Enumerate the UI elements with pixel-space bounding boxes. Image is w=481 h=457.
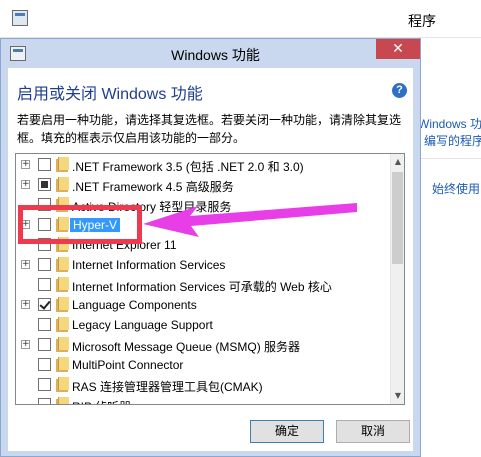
feature-label[interactable]: .NET Framework 4.5 高级服务 [72, 178, 234, 195]
feature-row[interactable]: + Internet Information Services [16, 255, 389, 275]
windows-features-dialog: Windows 功能 ✕ 启用或关闭 Windows 功能 ? 若要启用一种功能… [0, 38, 421, 457]
control-panel-icon [12, 10, 28, 26]
expand-plus-icon[interactable]: + [21, 340, 30, 349]
folder-icon [56, 397, 69, 404]
ok-button[interactable]: 确定 [250, 420, 324, 443]
folder-icon [56, 157, 69, 172]
cancel-button[interactable]: 取消 [336, 420, 410, 443]
folder-icon [56, 377, 69, 392]
folder-icon [56, 277, 69, 292]
default-programs-link[interactable]: 始终使用 [432, 180, 480, 197]
folder-icon [56, 357, 69, 372]
windows-features-link[interactable]: Windows 功能 [418, 115, 481, 132]
page-heading: 启用或关闭 Windows 功能 [17, 86, 203, 103]
folder-icon [56, 337, 69, 352]
expand-plus-icon[interactable]: + [21, 260, 30, 269]
close-button[interactable]: ✕ [376, 39, 420, 59]
help-icon[interactable]: ? [392, 83, 407, 98]
feature-row[interactable]: RIP 侦听器 [16, 395, 389, 404]
feature-label[interactable]: Internet Information Services [72, 258, 225, 272]
feature-label[interactable]: .NET Framework 3.5 (包括 .NET 2.0 和 3.0) [72, 158, 304, 175]
feature-row[interactable]: + Language Components [16, 295, 389, 315]
programs-titlebar: 程序 [0, 0, 481, 38]
folder-icon [56, 297, 69, 312]
dialog-body: 启用或关闭 Windows 功能 ? 若要启用一种功能，请选择其复选框。若要关闭… [8, 68, 413, 451]
feature-checkbox[interactable] [38, 298, 51, 311]
feature-row[interactable]: Legacy Language Support [16, 315, 389, 335]
feature-label[interactable]: Microsoft Message Queue (MSMQ) 服务器 [72, 338, 300, 355]
programs-window-title: 程序 [408, 13, 436, 29]
feature-checkbox[interactable] [38, 378, 51, 391]
divider [420, 158, 481, 159]
feature-row[interactable]: + .NET Framework 3.5 (包括 .NET 2.0 和 3.0) [16, 155, 389, 175]
feature-label[interactable]: Language Components [72, 298, 197, 312]
scroll-up-arrow-icon[interactable]: ▲ [391, 154, 404, 170]
scroll-down-arrow-icon[interactable]: ▼ [391, 388, 404, 404]
installed-programs-link[interactable]: 编写的程序 [424, 132, 481, 149]
feature-row[interactable]: MultiPoint Connector [16, 355, 389, 375]
feature-checkbox[interactable] [38, 338, 51, 351]
feature-tree[interactable]: + .NET Framework 3.5 (包括 .NET 2.0 和 3.0) +… [15, 153, 405, 405]
feature-checkbox[interactable] [38, 358, 51, 371]
expand-plus-icon[interactable]: + [21, 160, 30, 169]
feature-checkbox[interactable] [38, 178, 51, 191]
feature-checkbox[interactable] [38, 158, 51, 171]
folder-icon [56, 317, 69, 332]
feature-label[interactable]: RAS 连接管理器管理工具包(CMAK) [72, 378, 263, 395]
folder-icon [56, 257, 69, 272]
feature-row[interactable]: + Microsoft Message Queue (MSMQ) 服务器 [16, 335, 389, 355]
folder-icon [56, 177, 69, 192]
expand-plus-icon[interactable]: + [21, 300, 30, 309]
dialog-title: Windows 功能 [171, 47, 260, 63]
feature-row[interactable]: + .NET Framework 4.5 高级服务 [16, 175, 389, 195]
feature-row[interactable]: RAS 连接管理器管理工具包(CMAK) [16, 375, 389, 395]
feature-row[interactable]: Internet Information Services 可承载的 Web 核… [16, 275, 389, 295]
annotation-highlight-box [18, 205, 142, 244]
feature-checkbox[interactable] [38, 278, 51, 291]
feature-label[interactable]: Legacy Language Support [72, 318, 213, 332]
vertical-scrollbar[interactable]: ▲ ▼ [390, 154, 404, 404]
scroll-thumb[interactable] [392, 172, 403, 264]
expand-plus-icon[interactable]: + [21, 180, 30, 189]
feature-label[interactable]: MultiPoint Connector [72, 358, 183, 372]
feature-checkbox[interactable] [38, 258, 51, 271]
dialog-titlebar[interactable]: Windows 功能 ✕ [1, 39, 420, 68]
feature-checkbox[interactable] [38, 318, 51, 331]
description-text: 若要启用一种功能，请选择其复选框。若要关闭一种功能，请清除其复选框。填充的框表示… [17, 113, 402, 145]
feature-label[interactable]: RIP 侦听器 [72, 398, 131, 404]
feature-label[interactable]: Internet Information Services 可承载的 Web 核… [72, 278, 332, 295]
feature-checkbox[interactable] [38, 398, 51, 404]
